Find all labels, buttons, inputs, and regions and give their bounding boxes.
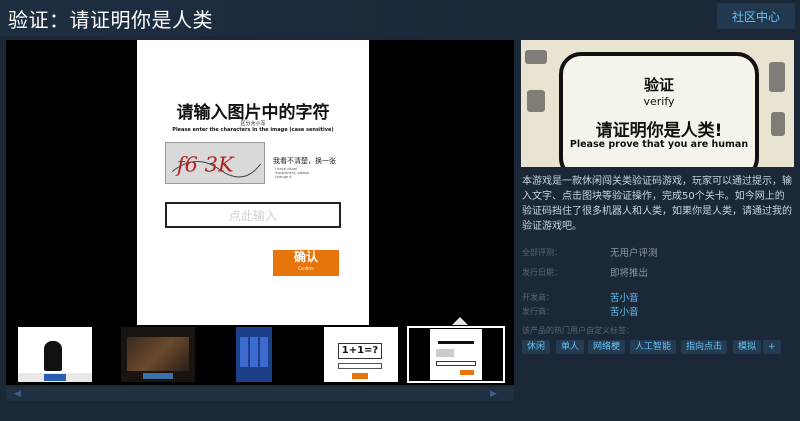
developer-label: 开发商： (522, 293, 554, 302)
thumb-math-question: 1+1=? (338, 343, 382, 359)
doodle-left-mid (527, 90, 545, 112)
page-title: 验证：请证明你是人类 (8, 8, 213, 32)
captcha-screenshot: 请输入图片中的字符 区分大小写 Please enter the charact… (137, 40, 369, 325)
page-header: 验证：请证明你是人类 社区中心 (0, 0, 800, 36)
reviews-value: 无用户评测 (610, 248, 658, 259)
thumbnail-2[interactable] (121, 327, 195, 382)
capsule-image: 验证 verify 请证明你是人类! Please prove that you… (521, 40, 794, 167)
reviews-label: 全部评测： (522, 248, 562, 257)
silhouette-figure (44, 341, 62, 371)
game-description: 本游戏是一款休闲闯关类验证码游戏，玩家可以通过提示，输入文字、点击图块等验证操作… (522, 176, 792, 232)
thumb-tile-grid (240, 337, 268, 367)
change-captcha-sub: I have visual impairment, please change … (275, 167, 309, 179)
thumb-input (436, 361, 476, 366)
tag-simulation[interactable]: 模拟 (733, 340, 762, 354)
doodle-left-top (525, 50, 547, 64)
selected-thumb-pointer (452, 317, 468, 325)
capsule-verify-cn: 验证 (643, 76, 674, 94)
thumb-captcha-page (430, 329, 482, 380)
thumb-title-bar (438, 341, 474, 344)
release-date-label: 发行日期： (522, 268, 562, 277)
tag-meme[interactable]: 网络梗 (588, 340, 626, 354)
captcha-case-note: 区分大小写 (240, 121, 266, 127)
thumb-captcha-image (436, 349, 454, 357)
tag-singleplayer[interactable]: 单人 (556, 340, 585, 354)
community-hub-button[interactable]: 社区中心 (717, 3, 795, 29)
tag-casual[interactable]: 休闲 (522, 340, 551, 354)
capsule-prove-cn: 请证明你是人类! (595, 121, 723, 141)
thumbnail-strip: 1+1=? (6, 317, 514, 385)
publisher-label: 发行商： (522, 307, 554, 316)
verify-card: 验证 verify 请证明你是人类! Please prove that you… (559, 52, 759, 167)
capsule-prove-en: Please prove that you are human (569, 139, 749, 150)
tag-point-and-click[interactable]: 指向点击 (681, 340, 728, 354)
confirm-label: 确认 (293, 250, 318, 264)
thumb-photo-grid (127, 337, 189, 371)
tags-label: 该产品的热门用户自定义标签： (522, 326, 634, 335)
captcha-input: 点此输入 (165, 202, 341, 228)
captcha-image: f6 3K (165, 142, 265, 184)
developer-link[interactable]: 苦小音 (610, 290, 639, 304)
tag-ai[interactable]: 人工智能 (630, 340, 677, 354)
publisher-link[interactable]: 苦小音 (610, 304, 639, 318)
scroll-left-arrow-icon[interactable]: ◀ (14, 387, 21, 401)
thumb-button (44, 374, 66, 381)
thumbnail-4[interactable]: 1+1=? (324, 327, 398, 382)
thumbnail-3[interactable] (236, 327, 272, 382)
captcha-instruction-en: Please enter the characters in the image… (172, 127, 334, 133)
tag-more[interactable]: + (763, 340, 781, 354)
thumbnail-5-selected[interactable] (407, 326, 505, 383)
thumb-input (338, 363, 382, 369)
change-captcha-link: 我看不清楚，换一张 (273, 157, 336, 165)
thumb-button (143, 373, 173, 379)
thumb-confirm (352, 373, 368, 379)
captcha-text: f6 3K (175, 153, 235, 177)
scroll-right-arrow-icon[interactable]: ▶ (490, 387, 497, 401)
doodle-right-mid (771, 112, 785, 136)
captcha-confirm-button: 确认 Confirm (273, 250, 339, 276)
confirm-sub: Confirm (298, 266, 314, 271)
capsule-verify-en: verify (643, 95, 675, 108)
release-date-value: 即将推出 (610, 268, 649, 279)
thumbnail-1[interactable] (18, 327, 92, 382)
main-screenshot-viewer[interactable]: 请输入图片中的字符 区分大小写 Please enter the charact… (6, 40, 514, 325)
thumbnail-scrollbar[interactable]: ◀ ▶ (6, 387, 514, 401)
doodle-right-top (769, 62, 785, 92)
thumb-confirm (460, 370, 474, 375)
